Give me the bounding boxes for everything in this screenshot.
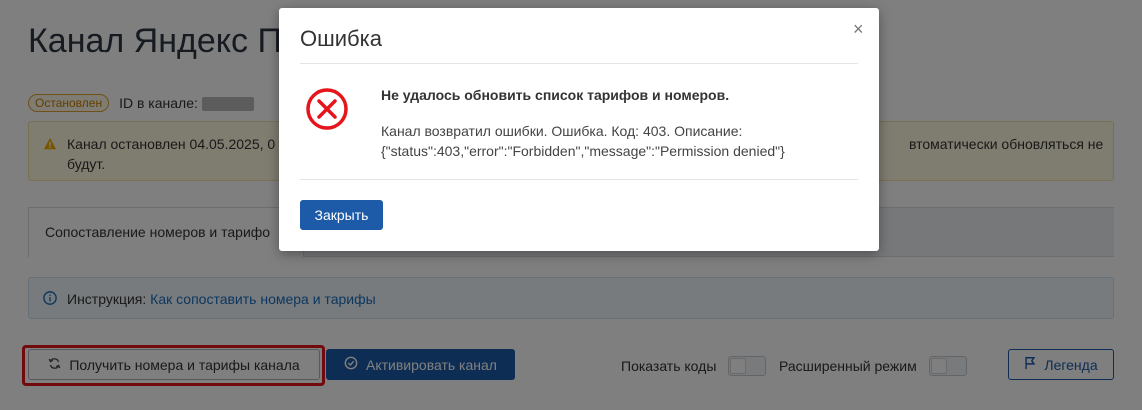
error-description: Канал возвратил ошибки. Ошибка. Код: 403… — [381, 123, 785, 159]
modal-title: Ошибка — [300, 26, 382, 51]
modal-footer-divider — [300, 179, 858, 180]
error-heading: Не удалось обновить список тарифов и ном… — [381, 87, 730, 103]
error-modal: Ошибка × Не удалось обновить список тари… — [279, 8, 879, 251]
close-button[interactable]: Закрыть — [300, 200, 383, 230]
modal-header-divider — [300, 63, 858, 64]
close-icon[interactable]: × — [853, 20, 864, 38]
error-circle-x-icon — [305, 87, 349, 136]
